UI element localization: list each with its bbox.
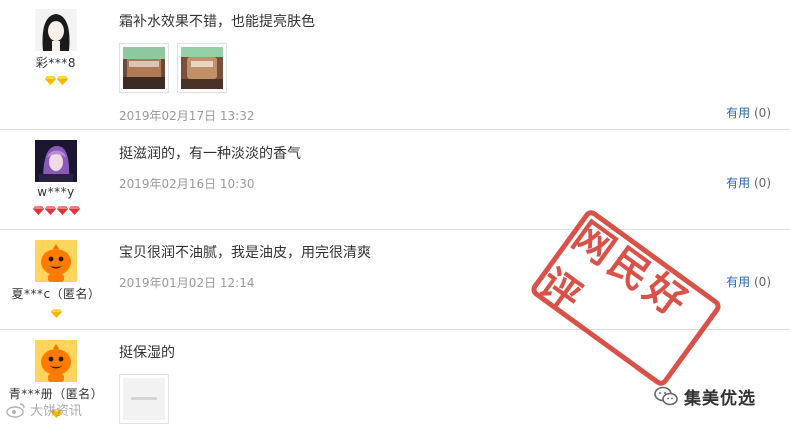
avatar[interactable] [35,240,77,282]
review-item: 彩***8 霜补水效果不错，也能提亮肤色 2019年02月17日 13:32 有… [0,0,790,130]
wechat-icon [654,386,678,405]
reviewer-info: 夏***c（匿名） [0,240,112,320]
useful-label[interactable]: 有用 [726,176,750,190]
review-date: 2019年02月16日 10:30 [119,177,255,191]
product-photo-2 [181,47,223,89]
reviewer-info: 彩***8 [0,9,112,87]
review-photos [119,43,315,93]
avatar[interactable] [35,9,77,51]
review-text: 宝贝很润不油腻，我是油皮，用完很清爽 [119,245,371,261]
reviewer-badges [0,308,112,320]
useful-button[interactable]: 有用 (0) [726,104,771,121]
diamond-yellow-icon [50,309,62,318]
useful-label[interactable]: 有用 [726,275,750,289]
review-text: 挺滋润的，有一种淡淡的香气 [119,146,301,162]
watermark-brand: 集美优选 [654,384,756,409]
diamond-red-icon [68,206,80,215]
diamond-red-icon [32,206,44,215]
reviewer-badges [0,75,112,87]
avatar[interactable] [35,140,77,182]
review-photo[interactable] [177,43,227,93]
placeholder-photo [123,378,165,420]
reviewer-info: w***y [0,140,112,217]
avatar[interactable] [35,340,77,382]
review-photo[interactable] [119,374,169,424]
useful-count: (0) [754,176,771,190]
reviewer-name: 夏***c（匿名） [11,287,101,301]
reviewer-badges [0,205,112,217]
review-photos [119,374,175,424]
review-item: w***y 挺滋润的，有一种淡淡的香气 2019年02月16日 10:30 有用… [0,130,790,230]
review-text: 挺保湿的 [119,345,175,361]
useful-count: (0) [754,275,771,289]
review-date: 2019年02月17日 13:32 [119,109,255,123]
review-date: 2019年01月02日 12:14 [119,276,255,290]
useful-button[interactable]: 有用 (0) [726,174,771,191]
reviewer-name: 彩***8 [35,56,77,70]
watermark-brand-text: 集美优选 [684,389,756,409]
review-text: 霜补水效果不错，也能提亮肤色 [119,14,315,30]
watermark-source-text: 大饼资讯 [30,404,83,419]
useful-button[interactable]: 有用 (0) [726,273,771,290]
product-photo-1 [123,47,165,89]
useful-count: (0) [754,106,771,120]
diamond-yellow-icon [44,76,56,85]
weibo-icon [6,402,25,418]
diamond-yellow-icon [56,76,68,85]
reviewer-name: w***y [37,185,75,199]
review-photo[interactable] [119,43,169,93]
diamond-red-icon [56,206,68,215]
useful-label[interactable]: 有用 [726,106,750,120]
diamond-red-icon [44,206,56,215]
watermark-source: 大饼资讯 [6,400,82,419]
